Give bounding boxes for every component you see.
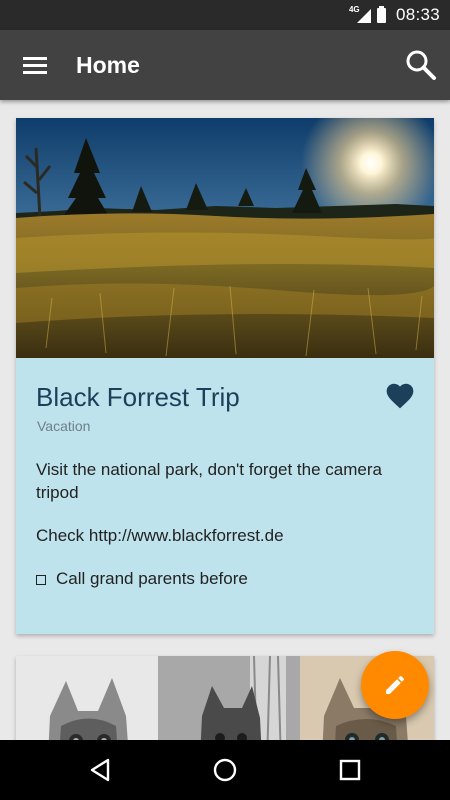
back-icon[interactable] xyxy=(86,756,114,784)
recents-icon[interactable] xyxy=(336,756,364,784)
compose-fab[interactable] xyxy=(361,651,429,719)
checkbox[interactable] xyxy=(36,574,46,585)
note-label: Vacation xyxy=(37,418,91,434)
app-bar: Home xyxy=(0,30,450,100)
status-icons: 4G 08:33 xyxy=(349,0,440,30)
note-text-line: Visit the national park, don't forget th… xyxy=(36,460,382,502)
battery-icon xyxy=(376,5,386,23)
heart-icon[interactable] xyxy=(384,380,416,410)
status-bar: 4G 08:33 xyxy=(0,0,450,30)
signal-icon: 4G xyxy=(349,5,371,24)
note-text-link[interactable]: Check http://www.blackforrest.de xyxy=(36,524,416,547)
checklist-item[interactable]: Call grand parents before xyxy=(36,567,416,590)
pencil-icon xyxy=(386,675,405,694)
checklist-item-label: Call grand parents before xyxy=(56,569,248,588)
note-card[interactable]: Black Forrest Trip Vacation Visit the na… xyxy=(16,118,434,634)
system-nav-bar xyxy=(0,740,450,800)
note-body: Visit the national park, don't forget th… xyxy=(36,458,416,590)
note-title: Black Forrest Trip xyxy=(36,382,240,412)
home-icon[interactable] xyxy=(211,756,239,784)
menu-icon[interactable] xyxy=(18,50,52,80)
status-time: 08:33 xyxy=(395,5,440,24)
card-landscape-image xyxy=(16,118,434,358)
page-title: Home xyxy=(76,52,140,78)
search-icon[interactable] xyxy=(404,48,438,82)
